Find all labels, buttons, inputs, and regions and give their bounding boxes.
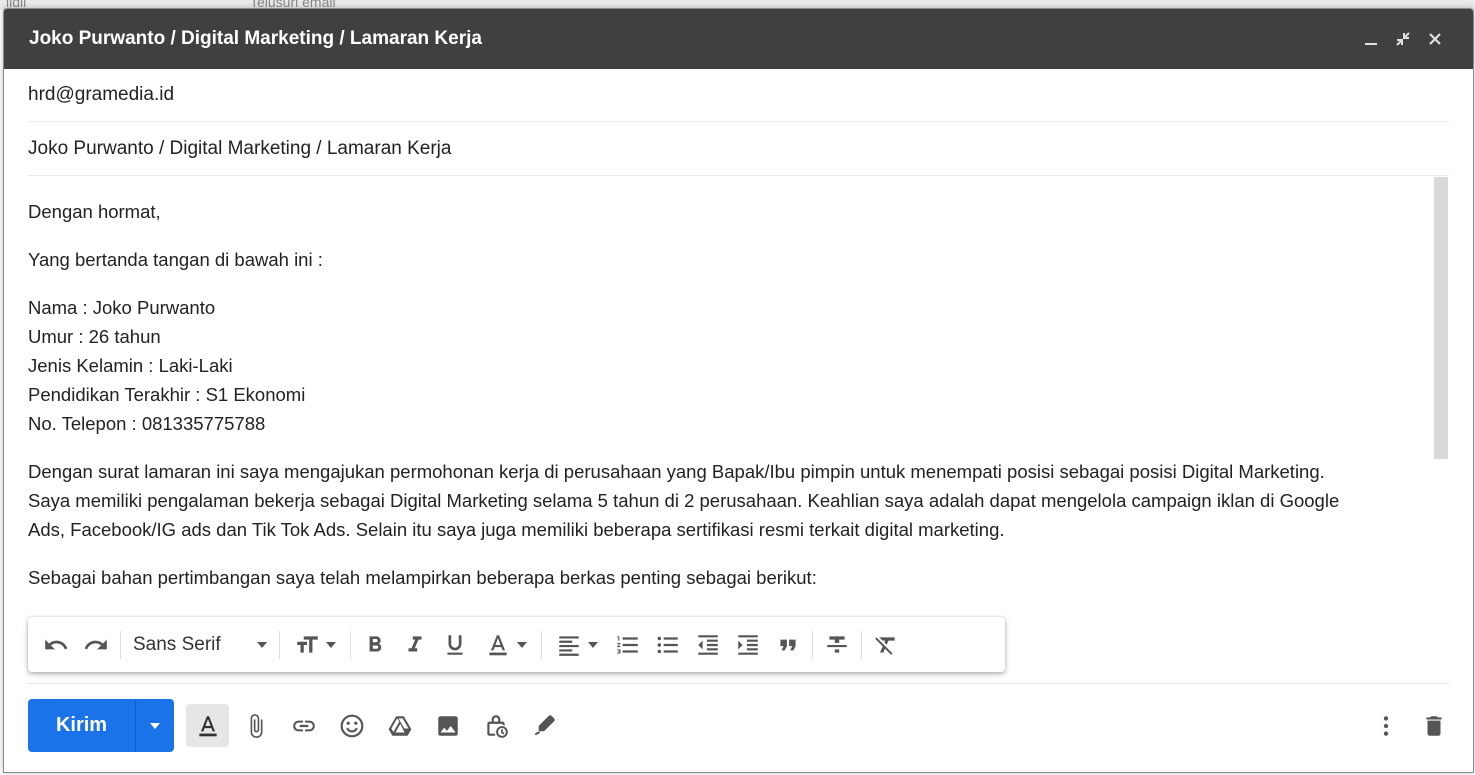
detail-line: Pendidikan Terakhir : S1 Ekonomi (28, 384, 306, 405)
clear-formatting-icon (875, 636, 895, 655)
send-button-group: Kirim (28, 699, 174, 752)
exit-fullscreen-icon (1396, 32, 1410, 46)
application-paragraph: Dengan surat lamaran ini saya mengajukan… (28, 457, 1433, 544)
clear-formatting-button[interactable] (866, 625, 906, 665)
text-color-icon (489, 634, 507, 655)
underline-button[interactable] (435, 625, 475, 665)
close-button[interactable] (1419, 23, 1451, 55)
message-body[interactable]: Dengan hormat, Yang bertanda tangan di b… (28, 177, 1433, 682)
toolbar-separator (541, 630, 542, 659)
bold-button[interactable] (355, 625, 395, 665)
personal-details: Nama : Joko Purwanto Umur : 26 tahun Jen… (28, 293, 1433, 438)
font-family-select[interactable]: Sans Serif (125, 625, 275, 665)
italic-icon (408, 635, 422, 651)
indent-more-button[interactable] (728, 625, 768, 665)
quote-button[interactable] (768, 625, 808, 665)
body-scrollbar[interactable] (1434, 177, 1448, 459)
exit-fullscreen-button[interactable] (1387, 23, 1419, 55)
underline-icon (447, 634, 463, 655)
bold-icon (369, 635, 382, 651)
bottom-divider (28, 683, 1449, 684)
chevron-down-icon (257, 641, 267, 648)
font-family-value: Sans Serif (133, 633, 221, 655)
attachments-intro: Sebagai bahan pertimbangan saya telah me… (28, 567, 817, 588)
schedule-send-button[interactable] (136, 699, 174, 752)
paragraph-line: Ads, Facebook/IG ads dan Tik Tok Ads. Se… (28, 519, 1005, 540)
toolbar-separator (812, 630, 813, 659)
drive-button[interactable] (378, 704, 421, 747)
discard-icon (1425, 715, 1442, 736)
paragraph-line: Dengan surat lamaran ini saya mengajukan… (28, 461, 1325, 482)
compose-window: Joko Purwanto / Digital Marketing / Lama… (3, 8, 1474, 773)
attach-icon (250, 713, 262, 738)
minimize-icon (1365, 43, 1377, 45)
signature-icon (534, 714, 555, 735)
drive-icon (388, 715, 411, 736)
greeting-text: Dengan hormat, (28, 201, 161, 222)
photo-icon (437, 715, 458, 736)
indent-more-icon (738, 634, 758, 655)
attach-button[interactable] (234, 704, 277, 747)
undo-icon (45, 639, 68, 649)
strikethrough-icon (827, 635, 847, 653)
text-size-button[interactable] (284, 625, 346, 665)
strikethrough-button[interactable] (817, 625, 857, 665)
toolbar-separator (120, 630, 121, 659)
numbered-list-button[interactable] (608, 625, 648, 665)
toolbar-separator (350, 630, 351, 659)
chevron-down-icon (517, 641, 527, 648)
minimize-button[interactable] (1355, 23, 1387, 55)
detail-line: No. Telepon : 081335775788 (28, 413, 266, 434)
signature-button[interactable] (522, 704, 565, 747)
indent-less-button[interactable] (688, 625, 728, 665)
intro-text: Yang bertanda tangan di bawah ini : (28, 249, 323, 270)
numbered-list-icon (617, 635, 638, 654)
emoji-icon (340, 714, 363, 737)
chevron-down-icon (326, 641, 336, 648)
insert-link-button[interactable] (282, 704, 325, 747)
redo-button[interactable] (76, 625, 116, 665)
formatting-options-button[interactable] (186, 704, 229, 747)
compose-title: Joko Purwanto / Digital Marketing / Lama… (29, 28, 482, 49)
compose-titlebar[interactable]: Joko Purwanto / Digital Marketing / Lama… (4, 9, 1473, 69)
formatting-options-icon (198, 715, 217, 736)
align-button[interactable] (546, 625, 608, 665)
align-icon (559, 635, 579, 656)
redo-icon (84, 639, 107, 649)
quote-icon (780, 639, 796, 650)
toolbar-separator (279, 630, 280, 659)
detail-line: Umur : 26 tahun (28, 326, 161, 347)
recipient-field[interactable]: hrd@gramedia.id (28, 69, 1449, 122)
chevron-down-icon (588, 641, 598, 648)
more-options-button[interactable] (1364, 704, 1407, 747)
italic-button[interactable] (395, 625, 435, 665)
detail-line: Nama : Joko Purwanto (28, 297, 216, 318)
chevron-down-icon (150, 722, 160, 729)
confidential-mode-button[interactable] (474, 704, 517, 747)
recipient-value: hrd@gramedia.id (28, 84, 175, 105)
undo-button[interactable] (36, 625, 76, 665)
text-size-icon (297, 635, 318, 653)
formatting-toolbar: Sans Serif (28, 617, 1005, 672)
confidential-icon (486, 714, 508, 738)
link-icon (292, 720, 315, 731)
subject-value: Joko Purwanto / Digital Marketing / Lama… (28, 137, 452, 159)
close-icon (1429, 33, 1441, 45)
bulleted-list-button[interactable] (648, 625, 688, 665)
text-color-button[interactable] (475, 625, 537, 665)
discard-draft-button[interactable] (1412, 704, 1455, 747)
insert-photo-button[interactable] (426, 704, 469, 747)
paragraph-line: Saya memiliki pengalaman bekerja sebagai… (28, 490, 1340, 511)
subject-field[interactable]: Joko Purwanto / Digital Marketing / Lama… (28, 122, 1449, 176)
compose-bottom-bar: Kirim (28, 698, 1455, 753)
toolbar-separator (861, 630, 862, 659)
emoji-button[interactable] (330, 704, 373, 747)
send-button[interactable]: Kirim (28, 699, 136, 752)
indent-less-icon (698, 634, 718, 655)
detail-line: Jenis Kelamin : Laki-Laki (28, 355, 233, 376)
bulleted-list-icon (657, 636, 678, 653)
more-options-icon (1383, 715, 1388, 736)
